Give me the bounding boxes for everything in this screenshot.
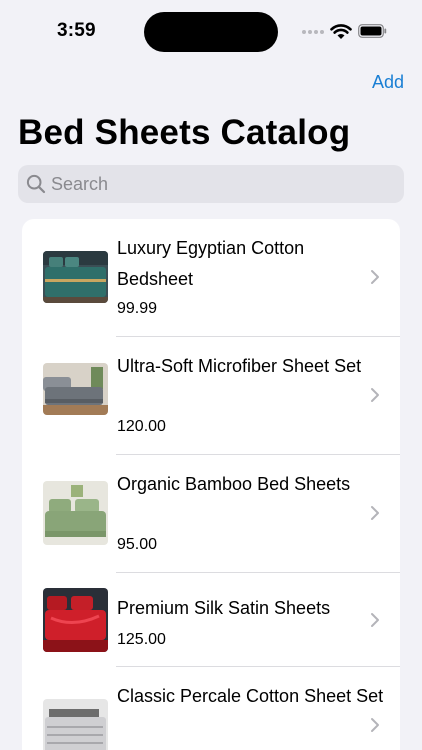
add-button[interactable]: Add [372, 72, 404, 93]
page-title: Bed Sheets Catalog [18, 113, 351, 152]
search-icon [26, 174, 46, 194]
list-item[interactable]: Ultra-Soft Microfiber Sheet Set 120.00 [22, 337, 400, 455]
chevron-right-icon [371, 613, 379, 627]
status-time: 3:59 [57, 20, 96, 41]
search-input[interactable] [51, 165, 391, 203]
list-item[interactable]: Premium Silk Satin Sheets 125.00 [22, 573, 400, 667]
dynamic-island [144, 12, 278, 52]
list-item[interactable]: Classic Percale Cotton Sheet Set [22, 667, 400, 750]
item-price: 125.00 [117, 631, 166, 648]
item-name: Classic Percale Cotton Sheet Set [117, 686, 384, 706]
search-bar[interactable] [18, 165, 404, 203]
chevron-right-icon [371, 506, 379, 520]
item-price: 99.99 [117, 300, 158, 317]
list-item[interactable]: Luxury Egyptian Cotton Bedsheet 99.99 [22, 219, 400, 337]
product-thumbnail [43, 251, 108, 303]
item-name: Luxury Egyptian Cotton Bedsheet [117, 238, 305, 289]
chevron-right-icon [371, 388, 379, 402]
product-thumbnail [43, 481, 108, 545]
screen: 3:59 Add Bed Sheets Catalog Search Luxur… [0, 0, 422, 750]
item-name: Premium Silk Satin Sheets [117, 598, 331, 618]
wifi-icon [330, 24, 352, 39]
cellular-signal-icon [302, 30, 324, 34]
item-price: 95.00 [117, 536, 158, 553]
catalog-list: Luxury Egyptian Cotton Bedsheet 99.99 Ul… [22, 219, 400, 750]
status-bar: 3:59 [0, 0, 422, 62]
chevron-right-icon [371, 718, 379, 732]
product-thumbnail [43, 363, 108, 415]
product-thumbnail [43, 588, 108, 652]
item-name: Ultra-Soft Microfiber Sheet Set [117, 356, 362, 376]
item-price: 120.00 [117, 418, 166, 435]
product-thumbnail [43, 699, 108, 750]
battery-icon [358, 24, 387, 38]
item-name: Organic Bamboo Bed Sheets [117, 474, 351, 494]
list-item[interactable]: Organic Bamboo Bed Sheets 95.00 [22, 455, 400, 573]
chevron-right-icon [371, 270, 379, 284]
